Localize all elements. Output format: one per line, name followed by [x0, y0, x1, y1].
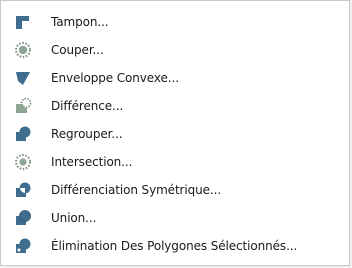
geoprocessing-menu: Tampon... Couper... Enveloppe Convexe... [0, 0, 350, 266]
dissolve-icon [14, 125, 32, 143]
menu-item-convex-hull[interactable]: Enveloppe Convexe... [1, 64, 349, 92]
menu-item-clip[interactable]: Couper... [1, 36, 349, 64]
menu-item-label: Union... [51, 211, 97, 225]
menu-item-label: Enveloppe Convexe... [51, 71, 179, 85]
intersection-icon [14, 153, 32, 171]
convex-hull-icon [14, 69, 32, 87]
buffer-icon [14, 13, 32, 31]
difference-icon [14, 97, 32, 115]
clip-icon [14, 41, 32, 59]
menu-item-label: Couper... [51, 43, 104, 57]
menu-item-symmetric-difference[interactable]: Différenciation Symétrique... [1, 176, 349, 204]
menu-item-dissolve[interactable]: Regrouper... [1, 120, 349, 148]
menu-item-union[interactable]: Union... [1, 204, 349, 232]
menu-item-buffer[interactable]: Tampon... [1, 8, 349, 36]
menu-item-label: Regrouper... [51, 127, 123, 141]
menu-item-label: Tampon... [51, 15, 109, 29]
menu-item-label: Différenciation Symétrique... [51, 183, 222, 197]
symmetric-difference-icon [14, 181, 32, 199]
menu-item-eliminate-polygons[interactable]: Élimination Des Polygones Sélectionnés..… [1, 232, 349, 260]
menu-item-label: Élimination Des Polygones Sélectionnés..… [51, 239, 298, 253]
menu-item-label: Différence... [51, 99, 124, 113]
menu-item-label: Intersection... [51, 155, 133, 169]
menu-item-intersection[interactable]: Intersection... [1, 148, 349, 176]
eliminate-polygons-icon [14, 237, 32, 255]
menu-item-difference[interactable]: Différence... [1, 92, 349, 120]
union-icon [14, 209, 32, 227]
